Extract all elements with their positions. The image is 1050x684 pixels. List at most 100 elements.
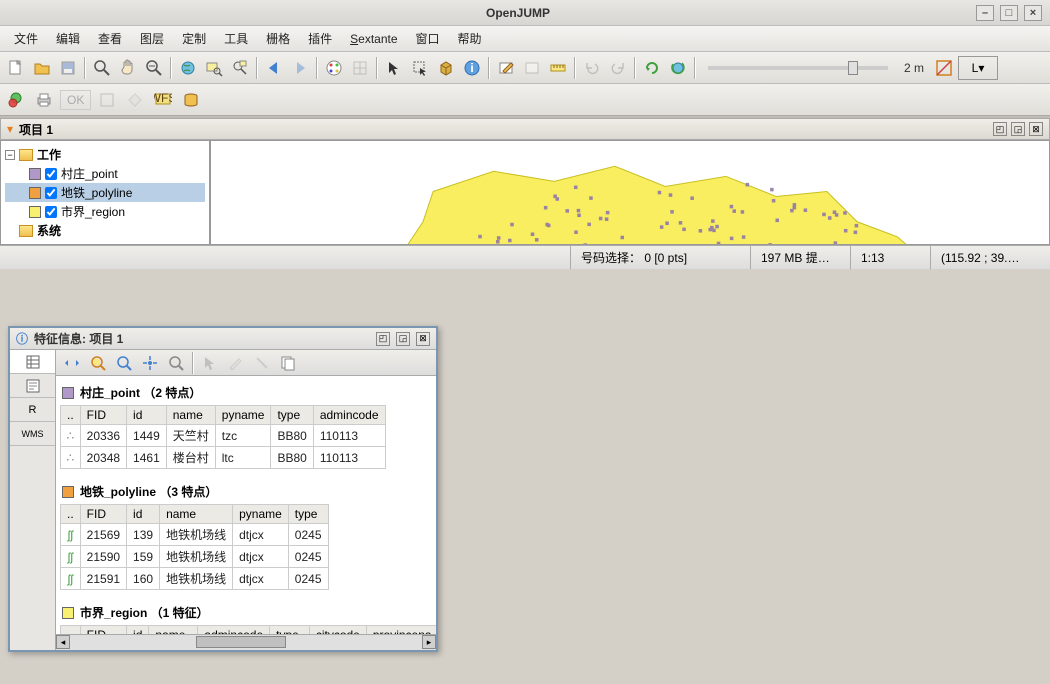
menu-custom[interactable]: 定制 (174, 28, 214, 49)
scroll-left-icon[interactable]: ◂ (56, 635, 70, 649)
menu-file[interactable]: 文件 (6, 28, 46, 49)
iw-cursor-icon[interactable] (198, 351, 222, 375)
scroll-thumb[interactable] (196, 636, 286, 648)
layer-item-region[interactable]: 市界_region (5, 202, 205, 221)
sidetab-r[interactable]: R (10, 398, 55, 422)
save-icon[interactable] (56, 56, 80, 80)
col-header[interactable]: id (127, 626, 149, 635)
layer-visibility-checkbox[interactable] (45, 206, 57, 218)
project-tab[interactable]: ▾ 项目 1 ◰ ◲ ⊠ (0, 118, 1050, 140)
zoom-full-globe-icon[interactable] (176, 56, 200, 80)
col-header[interactable]: type (288, 505, 328, 524)
zoom-selection-icon[interactable] (202, 56, 226, 80)
col-header[interactable]: admincode (198, 626, 270, 635)
print-icon[interactable] (32, 88, 56, 112)
infowin-maximize-icon[interactable]: ◲ (396, 332, 410, 346)
menu-sextante[interactable]: Sextante (342, 30, 405, 48)
infowin-hscrollbar[interactable]: ◂ ▸ (56, 634, 436, 650)
select-cursor-icon[interactable] (382, 56, 406, 80)
menu-plugins[interactable]: 插件 (300, 28, 340, 49)
grid-icon[interactable] (348, 56, 372, 80)
layer-visibility-checkbox[interactable] (45, 168, 57, 180)
col-header[interactable]: FID (80, 505, 126, 524)
redo-icon[interactable] (606, 56, 630, 80)
col-header[interactable]: provincena (366, 626, 436, 635)
table-row[interactable]: ∴203481461楼台村ltcBB80110113 (61, 447, 386, 469)
project-minimize-icon[interactable]: ◰ (993, 122, 1007, 136)
col-header[interactable]: .. (61, 626, 81, 635)
menu-view[interactable]: 查看 (90, 28, 130, 49)
col-header[interactable]: name (166, 406, 215, 425)
layer-visibility-checkbox[interactable] (45, 187, 57, 199)
collapse-icon[interactable]: − (5, 150, 15, 160)
ruler-icon[interactable] (546, 56, 570, 80)
box-3d-icon[interactable] (434, 56, 458, 80)
undo-icon[interactable] (580, 56, 604, 80)
table-row[interactable]: ʃʃ21591160地铁机场线dtjcx0245 (61, 568, 329, 590)
col-header[interactable]: citycode (309, 626, 366, 635)
col-header[interactable]: FID (80, 406, 126, 425)
col-header[interactable]: .. (61, 505, 81, 524)
scroll-right-icon[interactable]: ▸ (422, 635, 436, 649)
table-row[interactable]: ʃʃ21569139地铁机场线dtjcx0245 (61, 524, 329, 546)
menu-tools[interactable]: 工具 (216, 28, 256, 49)
iw-flash-icon[interactable] (164, 351, 188, 375)
menu-layer[interactable]: 图层 (132, 28, 172, 49)
infowin-minimize-icon[interactable]: ◰ (376, 332, 390, 346)
open-folder-icon[interactable] (30, 56, 54, 80)
col-header[interactable]: pyname (215, 406, 271, 425)
table-row[interactable]: ʃʃ21590159地铁机场线dtjcx0245 (61, 546, 329, 568)
sidetab-table[interactable] (10, 350, 55, 374)
project-maximize-icon[interactable]: ◲ (1011, 122, 1025, 136)
info-icon[interactable]: i (460, 56, 484, 80)
nav-back-icon[interactable] (262, 56, 286, 80)
menu-help[interactable]: 帮助 (450, 28, 490, 49)
iw-select-icon[interactable] (138, 351, 162, 375)
iw-delete-icon[interactable] (250, 351, 274, 375)
layer-item-polyline[interactable]: 地铁_polyline (5, 183, 205, 202)
col-header[interactable]: name (160, 505, 233, 524)
tree-group-system[interactable]: 系统 (5, 221, 205, 240)
world-refresh-icon[interactable] (666, 56, 690, 80)
ok-button[interactable]: OK (60, 90, 91, 110)
map-canvas[interactable] (210, 140, 1050, 245)
layer-item-point[interactable]: 村庄_point (5, 164, 205, 183)
col-header[interactable]: name (149, 626, 198, 635)
minimize-button[interactable]: – (976, 5, 994, 21)
iw-zoom-full-icon[interactable] (112, 351, 136, 375)
col-header[interactable]: id (127, 505, 160, 524)
iw-copy-icon[interactable] (276, 351, 300, 375)
nav-forward-icon[interactable] (288, 56, 312, 80)
zoom-in-icon[interactable] (90, 56, 114, 80)
col-header[interactable]: .. (61, 406, 81, 425)
refresh-icon[interactable] (640, 56, 664, 80)
col-header[interactable]: type (270, 626, 310, 635)
pan-hand-icon[interactable] (116, 56, 140, 80)
col-header[interactable]: pyname (233, 505, 289, 524)
sidetab-html[interactable] (10, 374, 55, 398)
world-layers-icon[interactable] (4, 88, 28, 112)
infowin-close-icon[interactable]: ⊠ (416, 332, 430, 346)
tool-b-icon[interactable] (123, 88, 147, 112)
edit-geometry-icon[interactable] (520, 56, 544, 80)
iw-edit-icon[interactable] (224, 351, 248, 375)
database-icon[interactable] (179, 88, 203, 112)
tool-a-icon[interactable] (95, 88, 119, 112)
scale-slider[interactable] (708, 66, 888, 70)
iw-zoom-selection-icon[interactable] (86, 351, 110, 375)
col-header[interactable]: FID (80, 626, 126, 635)
zoom-layer-icon[interactable] (228, 56, 252, 80)
menu-window[interactable]: 窗口 (408, 28, 448, 49)
maximize-button[interactable]: □ (1000, 5, 1018, 21)
col-header[interactable]: id (127, 406, 167, 425)
feature-info-window[interactable]: ⓘ 特征信息: 项目 1 ◰ ◲ ⊠ R WMS 村庄 (8, 326, 438, 652)
measure-icon[interactable] (932, 56, 956, 80)
tree-group-work[interactable]: − 工作 (5, 145, 205, 164)
zoom-out-icon[interactable] (142, 56, 166, 80)
wfs-icon[interactable]: WFS (151, 88, 175, 112)
edit-pencil-icon[interactable] (494, 56, 518, 80)
style-palette-icon[interactable] (322, 56, 346, 80)
iw-pan-selection-icon[interactable] (60, 351, 84, 375)
table-row[interactable]: ∴203361449天竺村tzcBB80110113 (61, 425, 386, 447)
menu-raster[interactable]: 栅格 (258, 28, 298, 49)
